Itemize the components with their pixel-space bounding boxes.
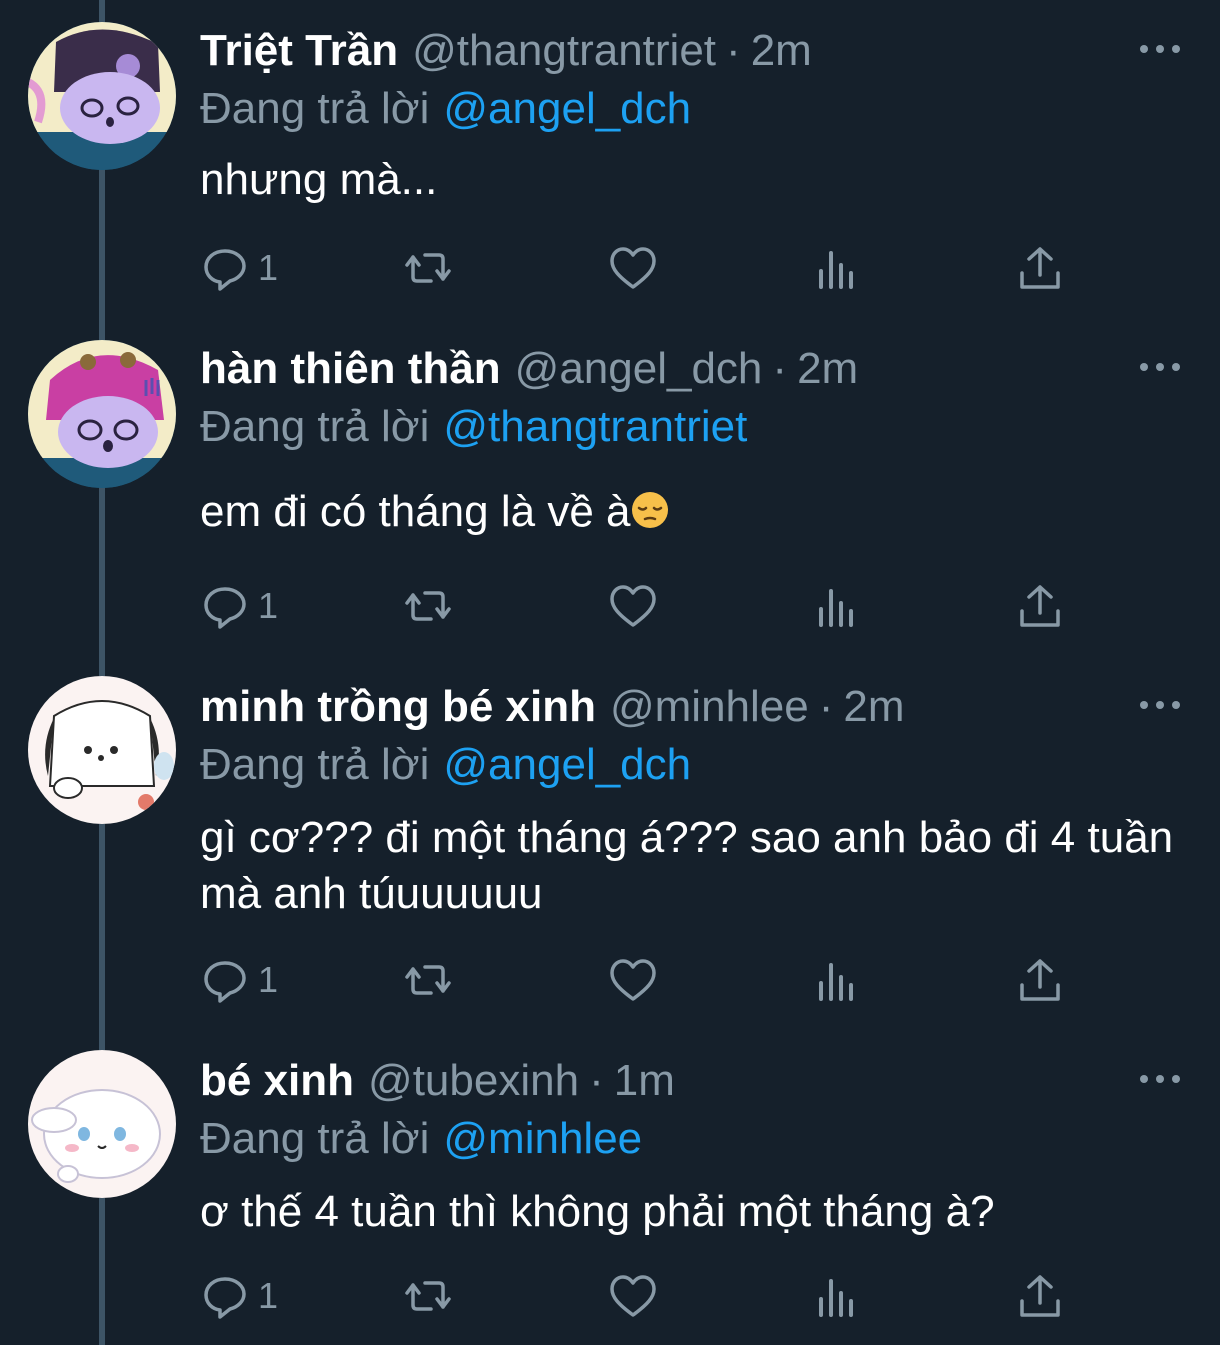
pochacco-avatar: [28, 676, 176, 824]
replying-to: Đang trả lời @angel_dch: [200, 84, 691, 134]
share-button[interactable]: [1015, 578, 1065, 634]
analytics-icon: [819, 1279, 853, 1317]
replying-to-label: Đang trả lời: [200, 740, 430, 789]
tweet[interactable]: hàn thiên thần @angel_dch · 2m Đang trả lời…: [0, 318, 1220, 658]
analytics-icon: [819, 963, 853, 1001]
retweet-icon: [405, 1281, 451, 1311]
retweet-icon: [405, 965, 451, 995]
replying-to-link[interactable]: @thangtrantriet: [443, 402, 747, 451]
replying-to-label: Đang trả lời: [200, 84, 430, 133]
timestamp[interactable]: 1m: [614, 1056, 675, 1105]
reply-icon: [204, 249, 246, 291]
tweet[interactable]: minh trồng bé xinh @minhlee · 2m Đang trả l…: [0, 656, 1220, 1030]
more-options-icon[interactable]: [1140, 40, 1180, 58]
share-icon: [1020, 1275, 1060, 1317]
cinnamoroll-avatar: [28, 1050, 176, 1198]
action-bar: 1: [0, 952, 1220, 1012]
analytics-button[interactable]: [812, 578, 862, 634]
reply-button[interactable]: 1: [200, 1268, 278, 1324]
avatar[interactable]: [28, 676, 176, 824]
tweet[interactable]: Triệt Trần @thangtrantriet · 2m Đang trả lờ…: [0, 0, 1220, 318]
tweet-text: ơ thế 4 tuần thì không phải một tháng à?: [200, 1187, 995, 1236]
replying-to-link[interactable]: @angel_dch: [443, 84, 691, 133]
timestamp[interactable]: 2m: [751, 26, 812, 75]
display-name[interactable]: hàn thiên thần: [200, 344, 501, 393]
avatar[interactable]: [28, 1050, 176, 1198]
reply-button[interactable]: 1: [200, 240, 278, 296]
retweet-button[interactable]: [403, 240, 453, 296]
display-name[interactable]: Triệt Trần: [200, 26, 398, 75]
display-name[interactable]: bé xinh: [200, 1056, 354, 1105]
reply-icon: [204, 1277, 246, 1319]
share-icon: [1020, 247, 1060, 289]
tweet-text: gì cơ??? đi một tháng á??? sao anh bảo đ…: [200, 813, 1174, 918]
replying-to-link[interactable]: @angel_dch: [443, 740, 691, 789]
heart-icon: [610, 585, 656, 627]
timestamp[interactable]: 2m: [843, 682, 904, 731]
like-button[interactable]: [608, 578, 658, 634]
display-name[interactable]: minh trồng bé xinh: [200, 682, 596, 731]
tweet-text: em đi có tháng là về à: [200, 484, 1180, 540]
retweet-button[interactable]: [403, 578, 453, 634]
reply-button[interactable]: 1: [200, 578, 278, 634]
reply-icon: [204, 587, 246, 629]
share-button[interactable]: [1015, 240, 1065, 296]
replying-to: Đang trả lời @angel_dch: [200, 740, 691, 790]
like-button[interactable]: [608, 952, 658, 1008]
separator-dot: ·: [726, 26, 741, 75]
reply-thread: Triệt Trần @thangtrantriet · 2m Đang trả lờ…: [0, 0, 1220, 1345]
kuromi-avatar: [28, 22, 176, 170]
share-icon: [1020, 959, 1060, 1001]
reply-button[interactable]: 1: [200, 952, 278, 1008]
reply-count: 1: [258, 247, 279, 288]
like-button[interactable]: [608, 1268, 658, 1324]
heart-icon: [610, 959, 656, 1001]
share-button[interactable]: [1015, 952, 1065, 1008]
retweet-icon: [405, 253, 451, 283]
replying-to: Đang trả lời @thangtrantriet: [200, 402, 747, 452]
separator-dot: ·: [589, 1056, 604, 1105]
like-button[interactable]: [608, 240, 658, 296]
analytics-button[interactable]: [812, 240, 862, 296]
share-icon: [1020, 585, 1060, 627]
tweet[interactable]: bé xinh @tubexinh · 1m Đang trả lời @minhlee…: [0, 1030, 1220, 1345]
username[interactable]: @thangtrantriet: [412, 26, 716, 75]
my-melody-avatar: [28, 340, 176, 488]
reply-count: 1: [258, 585, 279, 626]
username[interactable]: @angel_dch: [515, 344, 763, 393]
replying-to-link[interactable]: @minhlee: [443, 1114, 642, 1163]
analytics-icon: [819, 589, 853, 627]
action-bar: 1: [0, 1268, 1220, 1328]
tweet-text-content: em đi có tháng là về à: [200, 487, 631, 536]
heart-icon: [610, 1275, 656, 1317]
analytics-button[interactable]: [812, 952, 862, 1008]
share-button[interactable]: [1015, 1268, 1065, 1324]
replying-to-label: Đang trả lời: [200, 1114, 430, 1163]
separator-dot: ·: [772, 344, 788, 393]
avatar[interactable]: [28, 340, 176, 488]
more-options-icon[interactable]: [1140, 696, 1180, 714]
reply-icon: [204, 961, 246, 1003]
username[interactable]: @tubexinh: [368, 1056, 579, 1105]
more-options-icon[interactable]: [1140, 358, 1180, 376]
timestamp[interactable]: 2m: [797, 344, 858, 393]
retweet-button[interactable]: [403, 1268, 453, 1324]
replying-to: Đang trả lời @minhlee: [200, 1114, 642, 1164]
pensive-face-emoji: [632, 492, 669, 528]
replying-to-label: Đang trả lời: [200, 402, 430, 451]
heart-icon: [610, 247, 656, 289]
reply-count: 1: [258, 959, 279, 1000]
retweet-button[interactable]: [403, 952, 453, 1008]
analytics-icon: [819, 251, 853, 289]
action-bar: 1: [0, 240, 1220, 300]
analytics-button[interactable]: [812, 1268, 862, 1324]
more-options-icon[interactable]: [1140, 1070, 1180, 1088]
action-bar: 1: [0, 578, 1220, 638]
reply-count: 1: [258, 1275, 279, 1316]
avatar[interactable]: [28, 22, 176, 170]
tweet-text: nhưng mà...: [200, 155, 438, 204]
username[interactable]: @minhlee: [610, 682, 809, 731]
retweet-icon: [405, 591, 451, 621]
separator-dot: ·: [818, 682, 834, 731]
